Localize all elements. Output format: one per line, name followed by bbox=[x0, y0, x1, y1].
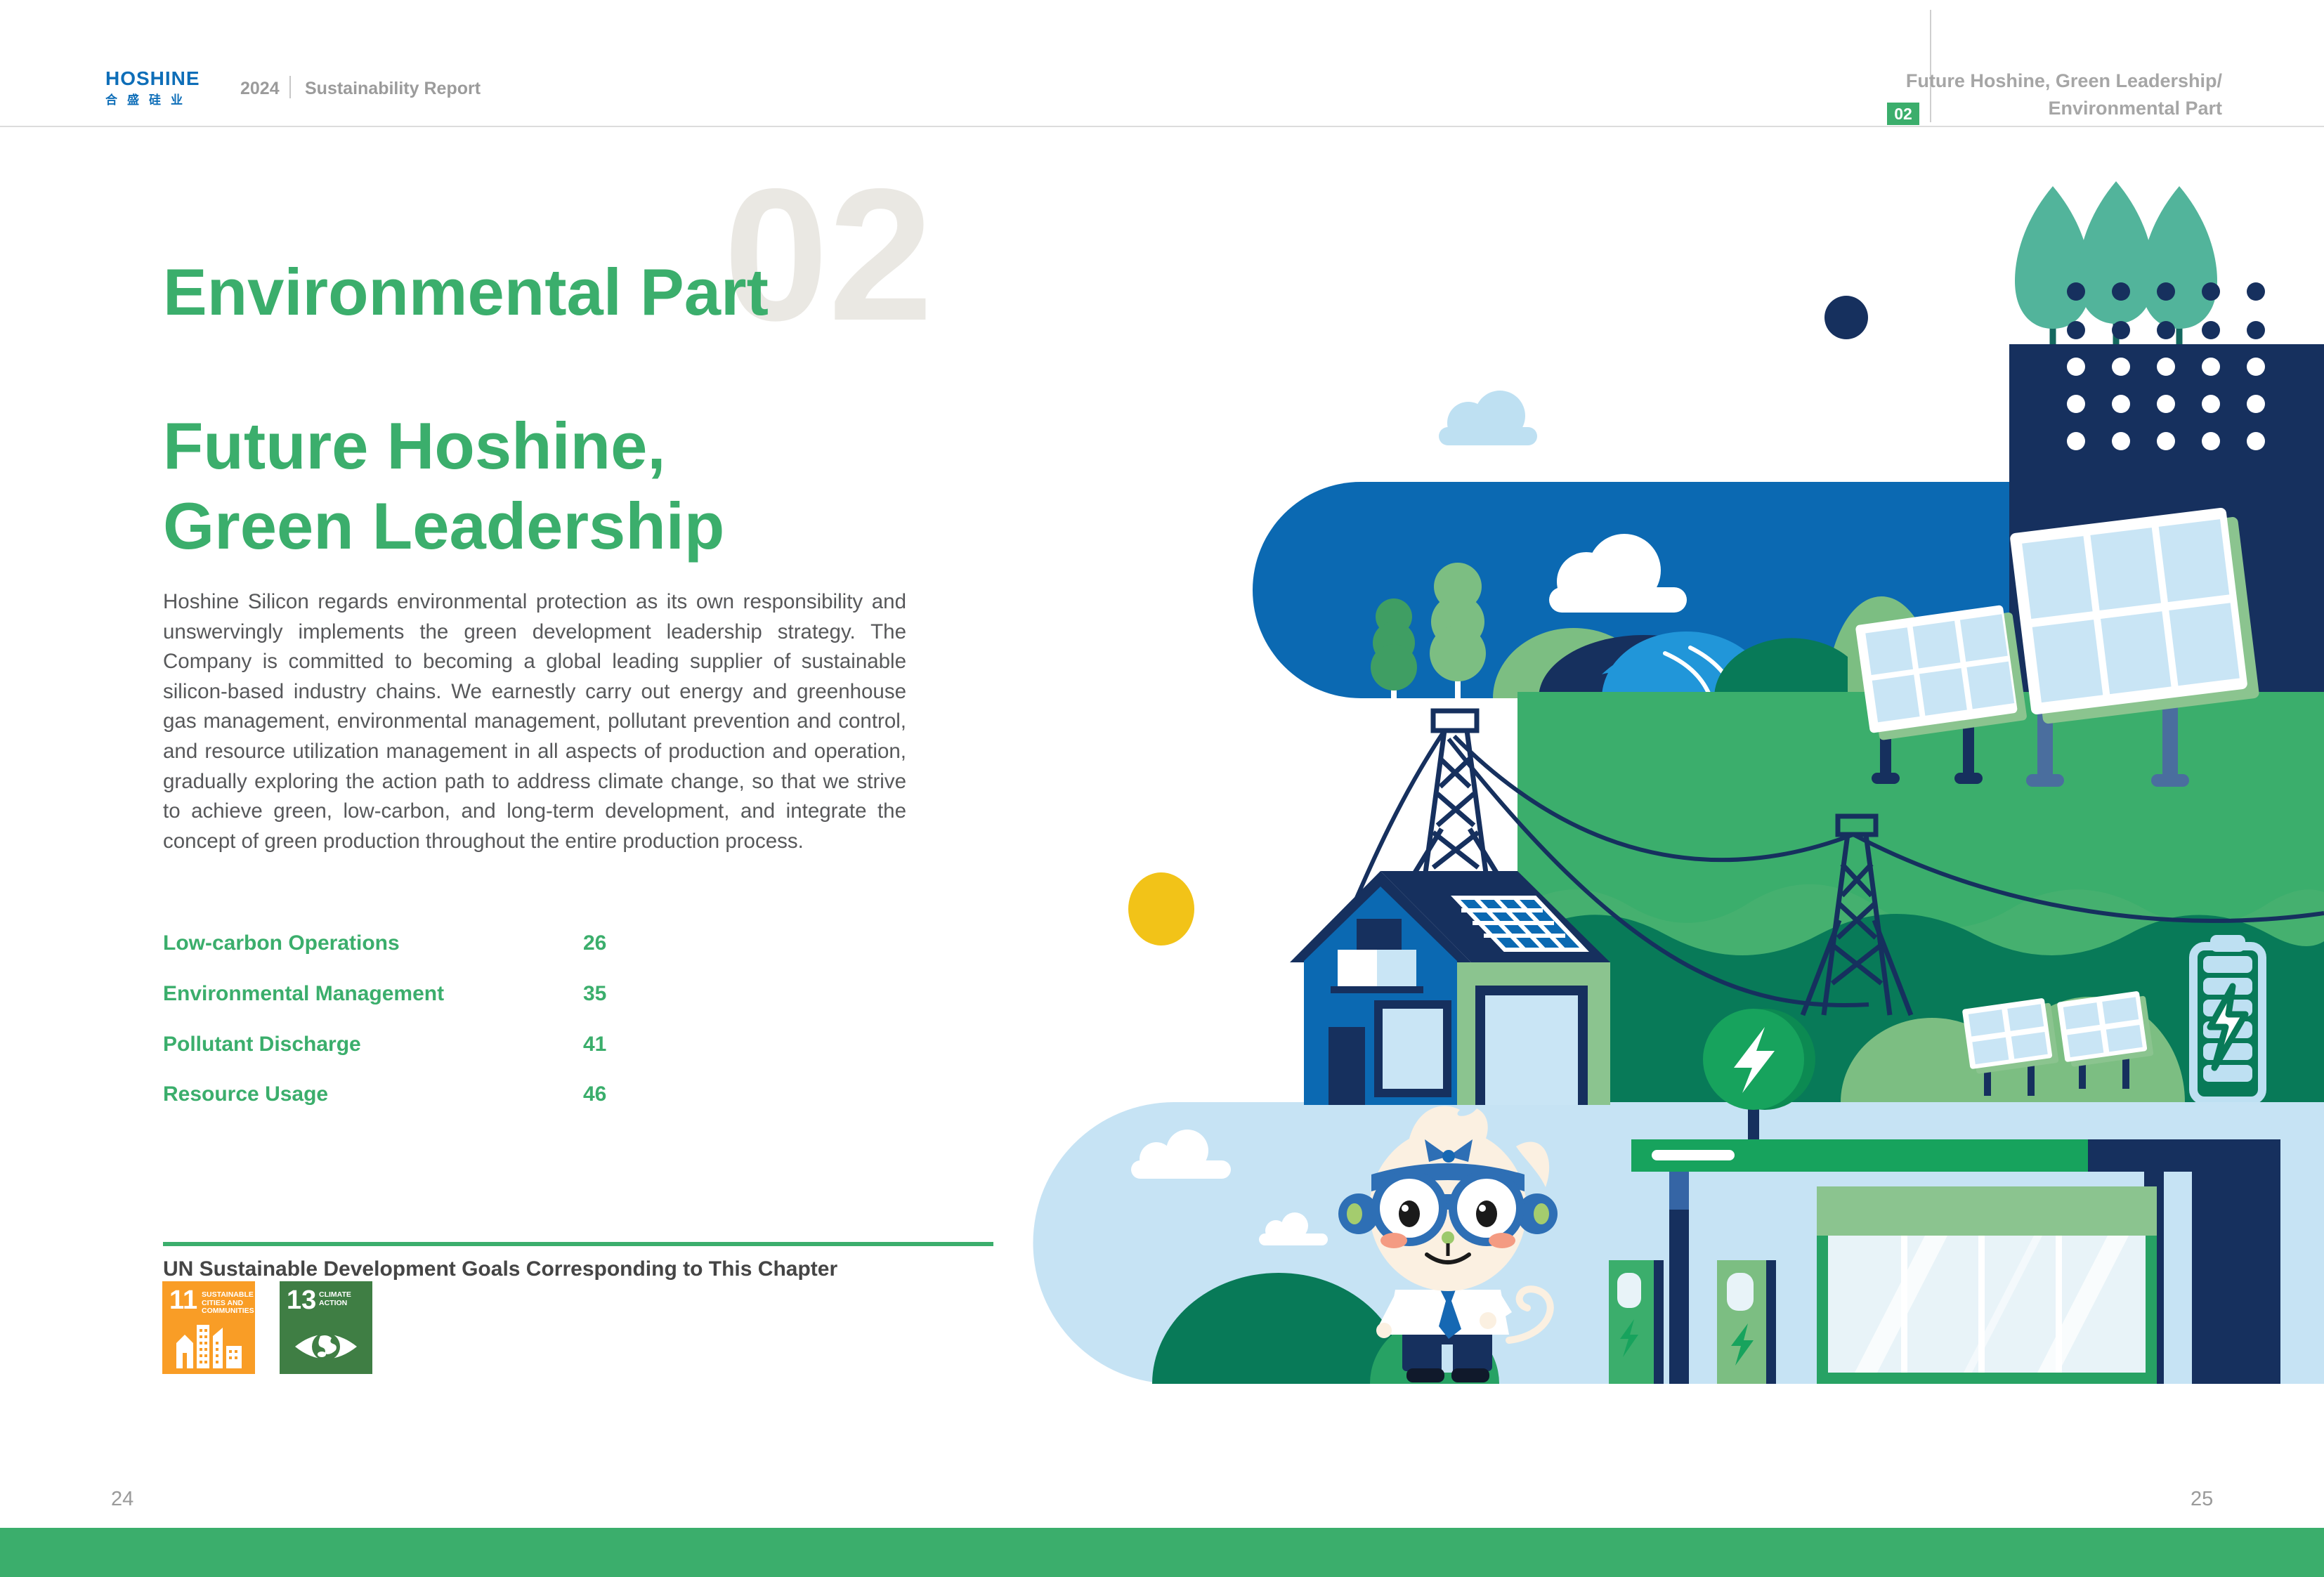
light-blue-cloud bbox=[1439, 391, 1537, 445]
green-hills-ground bbox=[1517, 692, 2324, 1102]
header-separator bbox=[289, 76, 291, 98]
toc-row: Low-carbon Operations 26 bbox=[163, 931, 655, 962]
running-chapter-title: Future Hoshine, Green Leadership/ Enviro… bbox=[1688, 67, 2222, 122]
header-year: 2024 bbox=[240, 79, 280, 99]
sdg-tile-11: 11 SUSTAINABLE CITIES AND COMMUNITIES bbox=[162, 1281, 255, 1374]
sustainable-cities-icon bbox=[174, 1325, 244, 1368]
toc-row: Pollutant Discharge 41 bbox=[163, 1033, 655, 1064]
sdg-number: 11 bbox=[169, 1287, 197, 1314]
running-title-line2: Environmental Part bbox=[1688, 95, 2222, 122]
footer-green-bar bbox=[0, 1528, 2324, 1577]
toc-page-number: 41 bbox=[583, 1033, 606, 1056]
toc-page-number: 26 bbox=[583, 931, 606, 955]
report-spread: { "header": { "logo_text": "HOSHINE", "l… bbox=[0, 0, 2324, 1577]
page-number-right: 25 bbox=[2191, 1488, 2213, 1511]
navy-dot-circle bbox=[1824, 296, 1868, 339]
chapter-intro-paragraph: Hoshine Silicon regards environmental pr… bbox=[163, 587, 906, 856]
climate-action-icon bbox=[291, 1325, 361, 1368]
hoshine-logo: HOSHINE bbox=[105, 67, 200, 90]
sdg-tile-13: 13 CLIMATE ACTION bbox=[280, 1281, 372, 1374]
toc-label: Resource Usage bbox=[163, 1082, 328, 1106]
toc-label: Environmental Management bbox=[163, 982, 444, 1006]
header-rule bbox=[0, 126, 2324, 127]
running-title-line1: Future Hoshine, Green Leadership/ bbox=[1688, 67, 2222, 95]
sun bbox=[1128, 872, 1194, 945]
section-title: Environmental Part bbox=[163, 254, 769, 330]
toc-label: Pollutant Discharge bbox=[163, 1033, 361, 1056]
toc-page-number: 46 bbox=[583, 1082, 606, 1106]
page-number-left: 24 bbox=[111, 1488, 133, 1511]
toc-row: Resource Usage 46 bbox=[163, 1082, 655, 1113]
chapter-headline: Future Hoshine, Green Leadership bbox=[163, 406, 724, 566]
hoshine-logo-chinese: 合盛硅业 bbox=[105, 90, 192, 107]
glass-storefront bbox=[1817, 1186, 2157, 1384]
header-report-title: Sustainability Report bbox=[305, 79, 481, 99]
sdg-section-rule bbox=[163, 1242, 993, 1246]
toc-row: Environmental Management 35 bbox=[163, 982, 655, 1013]
sdg-label: CLIMATE ACTION bbox=[319, 1291, 370, 1307]
sdg-heading: UN Sustainable Development Goals Corresp… bbox=[163, 1257, 837, 1281]
sdg-label: SUSTAINABLE CITIES AND COMMUNITIES bbox=[202, 1291, 252, 1316]
toc-label: Low-carbon Operations bbox=[163, 931, 400, 955]
sdg-number: 13 bbox=[287, 1287, 316, 1314]
toc-page-number: 35 bbox=[583, 982, 606, 1006]
waterfall-hill bbox=[1493, 628, 1848, 698]
green-energy-illustration bbox=[1019, 162, 2324, 1398]
